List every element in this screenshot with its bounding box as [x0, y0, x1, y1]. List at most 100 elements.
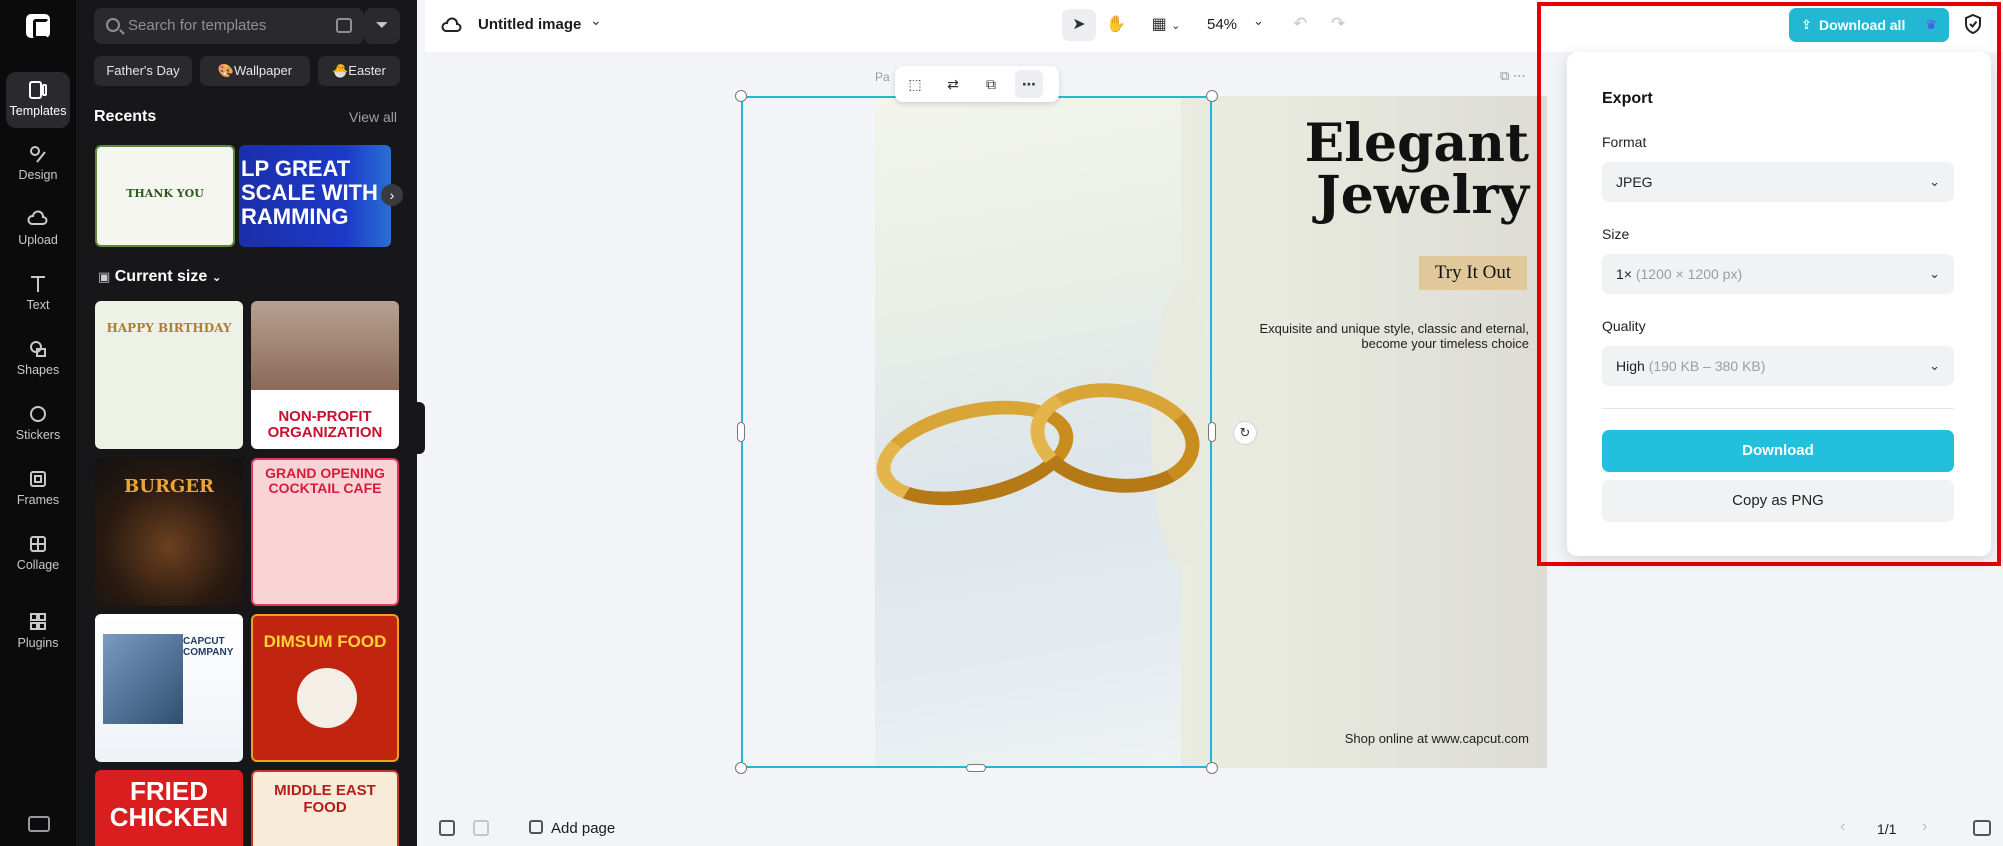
rail-item-shapes[interactable]: Shapes	[6, 331, 70, 387]
crown-icon: ♛	[1925, 17, 1937, 32]
recent-thumbnail[interactable]: THANK YOU	[95, 145, 235, 247]
rail-item-label: Upload	[18, 233, 58, 247]
rail-item-design[interactable]: Design	[6, 136, 70, 192]
template-thumb-text: BURGER	[124, 476, 214, 497]
rail-item-label: Text	[26, 298, 50, 312]
bottom-bar: Add page ‹ 1/1 ›	[425, 812, 2003, 846]
copy-as-png-button[interactable]: Copy as PNG	[1602, 480, 1954, 522]
resize-handle[interactable]	[1208, 422, 1216, 442]
recent-thumb-text: LP GREAT SCALE WITH RAMMING	[241, 156, 378, 229]
rail-item-templates[interactable]: Templates	[6, 72, 70, 128]
upload-icon: ⇪	[1801, 17, 1812, 32]
recent-thumbnail[interactable]: LP GREAT SCALE WITH RAMMING	[239, 145, 391, 247]
download-button[interactable]: Download	[1602, 430, 1954, 472]
resize-handle[interactable]	[1206, 762, 1218, 774]
upload-cloud-icon	[27, 209, 49, 229]
chip-wallpaper[interactable]: 🎨Wallpaper	[200, 56, 310, 86]
view-all-link[interactable]: View all	[349, 109, 397, 125]
template-thumb-text: GRAND OPENING COCKTAIL CAFE	[265, 465, 385, 496]
rotate-icon[interactable]: ↻	[1233, 421, 1257, 445]
filter-button[interactable]: ⏷	[364, 8, 400, 44]
zoom-level[interactable]: 54%	[1207, 16, 1237, 33]
description-text[interactable]: Exquisite and unique style, classic and …	[1229, 321, 1529, 351]
search-placeholder: Search for templates	[128, 17, 267, 34]
download-all-label: Download all	[1819, 17, 1906, 33]
size-value: 1×	[1616, 266, 1632, 282]
add-page-button[interactable]: Add page	[551, 820, 615, 837]
page-tools-icon[interactable]: ⧉ ⋯	[1500, 68, 1526, 84]
rail-item-upload[interactable]: Upload	[6, 201, 70, 257]
size-label: Size	[1602, 226, 1630, 242]
page-label: Pa	[875, 70, 890, 84]
template-thumbnail[interactable]: NON-PROFIT ORGANIZATION	[251, 301, 399, 449]
download-all-button[interactable]: ⇪ Download all ♛	[1789, 8, 1949, 42]
resize-handle[interactable]	[735, 90, 747, 102]
quality-hint: (190 KB – 380 KB)	[1648, 358, 1766, 374]
undo-icon[interactable]: ↶	[1293, 14, 1307, 34]
keyboard-shortcuts-icon[interactable]	[28, 816, 50, 832]
templates-panel: Search for templates ⏷ Father's Day 🎨Wal…	[76, 0, 417, 846]
layout-icon: ▦	[1151, 16, 1167, 33]
more-options-icon[interactable]: ⋯	[1015, 70, 1043, 98]
duplicate-page-icon[interactable]	[439, 820, 455, 836]
template-thumbnail[interactable]: HAPPY BIRTHDAY	[95, 301, 243, 449]
collapse-panel-handle[interactable]	[417, 402, 425, 454]
quality-select[interactable]: High (190 KB – 380 KB) ⌄	[1602, 346, 1954, 386]
image-search-icon[interactable]	[336, 18, 352, 33]
rail-item-plugins[interactable]: Plugins	[6, 604, 70, 660]
template-thumbnail[interactable]: DIMSUM FOOD	[251, 614, 399, 762]
shop-url-text[interactable]: Shop online at www.capcut.com	[1345, 731, 1529, 746]
rail-item-frames[interactable]: Frames	[6, 461, 70, 517]
cloud-save-icon[interactable]	[441, 14, 463, 36]
template-thumbnail[interactable]: MIDDLE EAST FOOD	[251, 770, 399, 846]
delete-page-icon[interactable]	[473, 820, 489, 836]
pages-panel-icon[interactable]	[1973, 820, 1991, 836]
crop-icon[interactable]: ⬚	[901, 70, 929, 98]
chevron-down-icon: ⌄	[1929, 266, 1940, 281]
layout-button[interactable]: ▦ ⌄	[1143, 9, 1189, 41]
element-toolbar: ⬚ ⇄ ⧉ ⋯	[895, 66, 1059, 102]
chip-easter[interactable]: 🐣Easter	[318, 56, 400, 86]
search-input[interactable]: Search for templates	[94, 8, 364, 44]
resize-handle[interactable]	[966, 764, 986, 772]
chevron-down-icon[interactable]: ⌄	[1253, 13, 1264, 29]
rail-item-label: Design	[18, 168, 58, 182]
chevron-down-icon[interactable]: ⌄	[590, 12, 602, 29]
rail-item-text[interactable]: Text	[6, 266, 70, 322]
cta-text[interactable]: Try It Out	[1419, 256, 1527, 290]
export-title: Export	[1602, 90, 1653, 107]
quality-label: Quality	[1602, 318, 1646, 334]
chip-fathers-day[interactable]: Father's Day	[94, 56, 192, 86]
headline-text[interactable]: Elegant Jewelry	[1199, 118, 1529, 222]
size-select[interactable]: 1× (1200 × 1200 px) ⌄	[1602, 254, 1954, 294]
collage-icon	[27, 534, 49, 554]
rail-item-stickers[interactable]: Stickers	[6, 396, 70, 452]
replace-icon[interactable]: ⇄	[939, 70, 967, 98]
select-tool-button[interactable]: ➤	[1062, 9, 1096, 41]
current-size-title[interactable]: ▣ Current size ⌄	[98, 268, 222, 286]
recents-next-button[interactable]: ›	[381, 184, 403, 206]
template-thumbnail[interactable]: BURGER	[95, 458, 243, 606]
chevron-down-icon: ⌄	[1929, 174, 1940, 189]
document-title[interactable]: Untitled image	[478, 16, 581, 33]
page-counter: 1/1	[1877, 821, 1897, 837]
add-page-icon[interactable]	[529, 820, 543, 834]
left-rail: Templates Design Upload Text Shapes Stic…	[0, 0, 76, 846]
prev-page-icon[interactable]: ‹	[1840, 818, 1845, 836]
capcut-logo-icon[interactable]	[26, 14, 50, 39]
resize-handle[interactable]	[1206, 90, 1218, 102]
next-page-icon[interactable]: ›	[1922, 818, 1927, 836]
redo-icon[interactable]: ↷	[1331, 14, 1345, 34]
rail-item-collage[interactable]: Collage	[6, 526, 70, 582]
shield-icon[interactable]	[1963, 13, 1983, 35]
divider	[1602, 408, 1954, 409]
template-thumbnail[interactable]: GRAND OPENING COCKTAIL CAFE	[251, 458, 399, 606]
size-frame-icon: ▣	[98, 269, 111, 284]
resize-handle[interactable]	[735, 762, 747, 774]
hand-tool-button[interactable]: ✋	[1099, 9, 1133, 41]
duplicate-icon[interactable]: ⧉	[977, 70, 1005, 98]
template-thumbnail[interactable]: FRIED CHICKEN	[95, 770, 243, 846]
resize-handle[interactable]	[737, 422, 745, 442]
format-select[interactable]: JPEG ⌄	[1602, 162, 1954, 202]
template-thumbnail[interactable]: CAPCUT COMPANY	[95, 614, 243, 762]
